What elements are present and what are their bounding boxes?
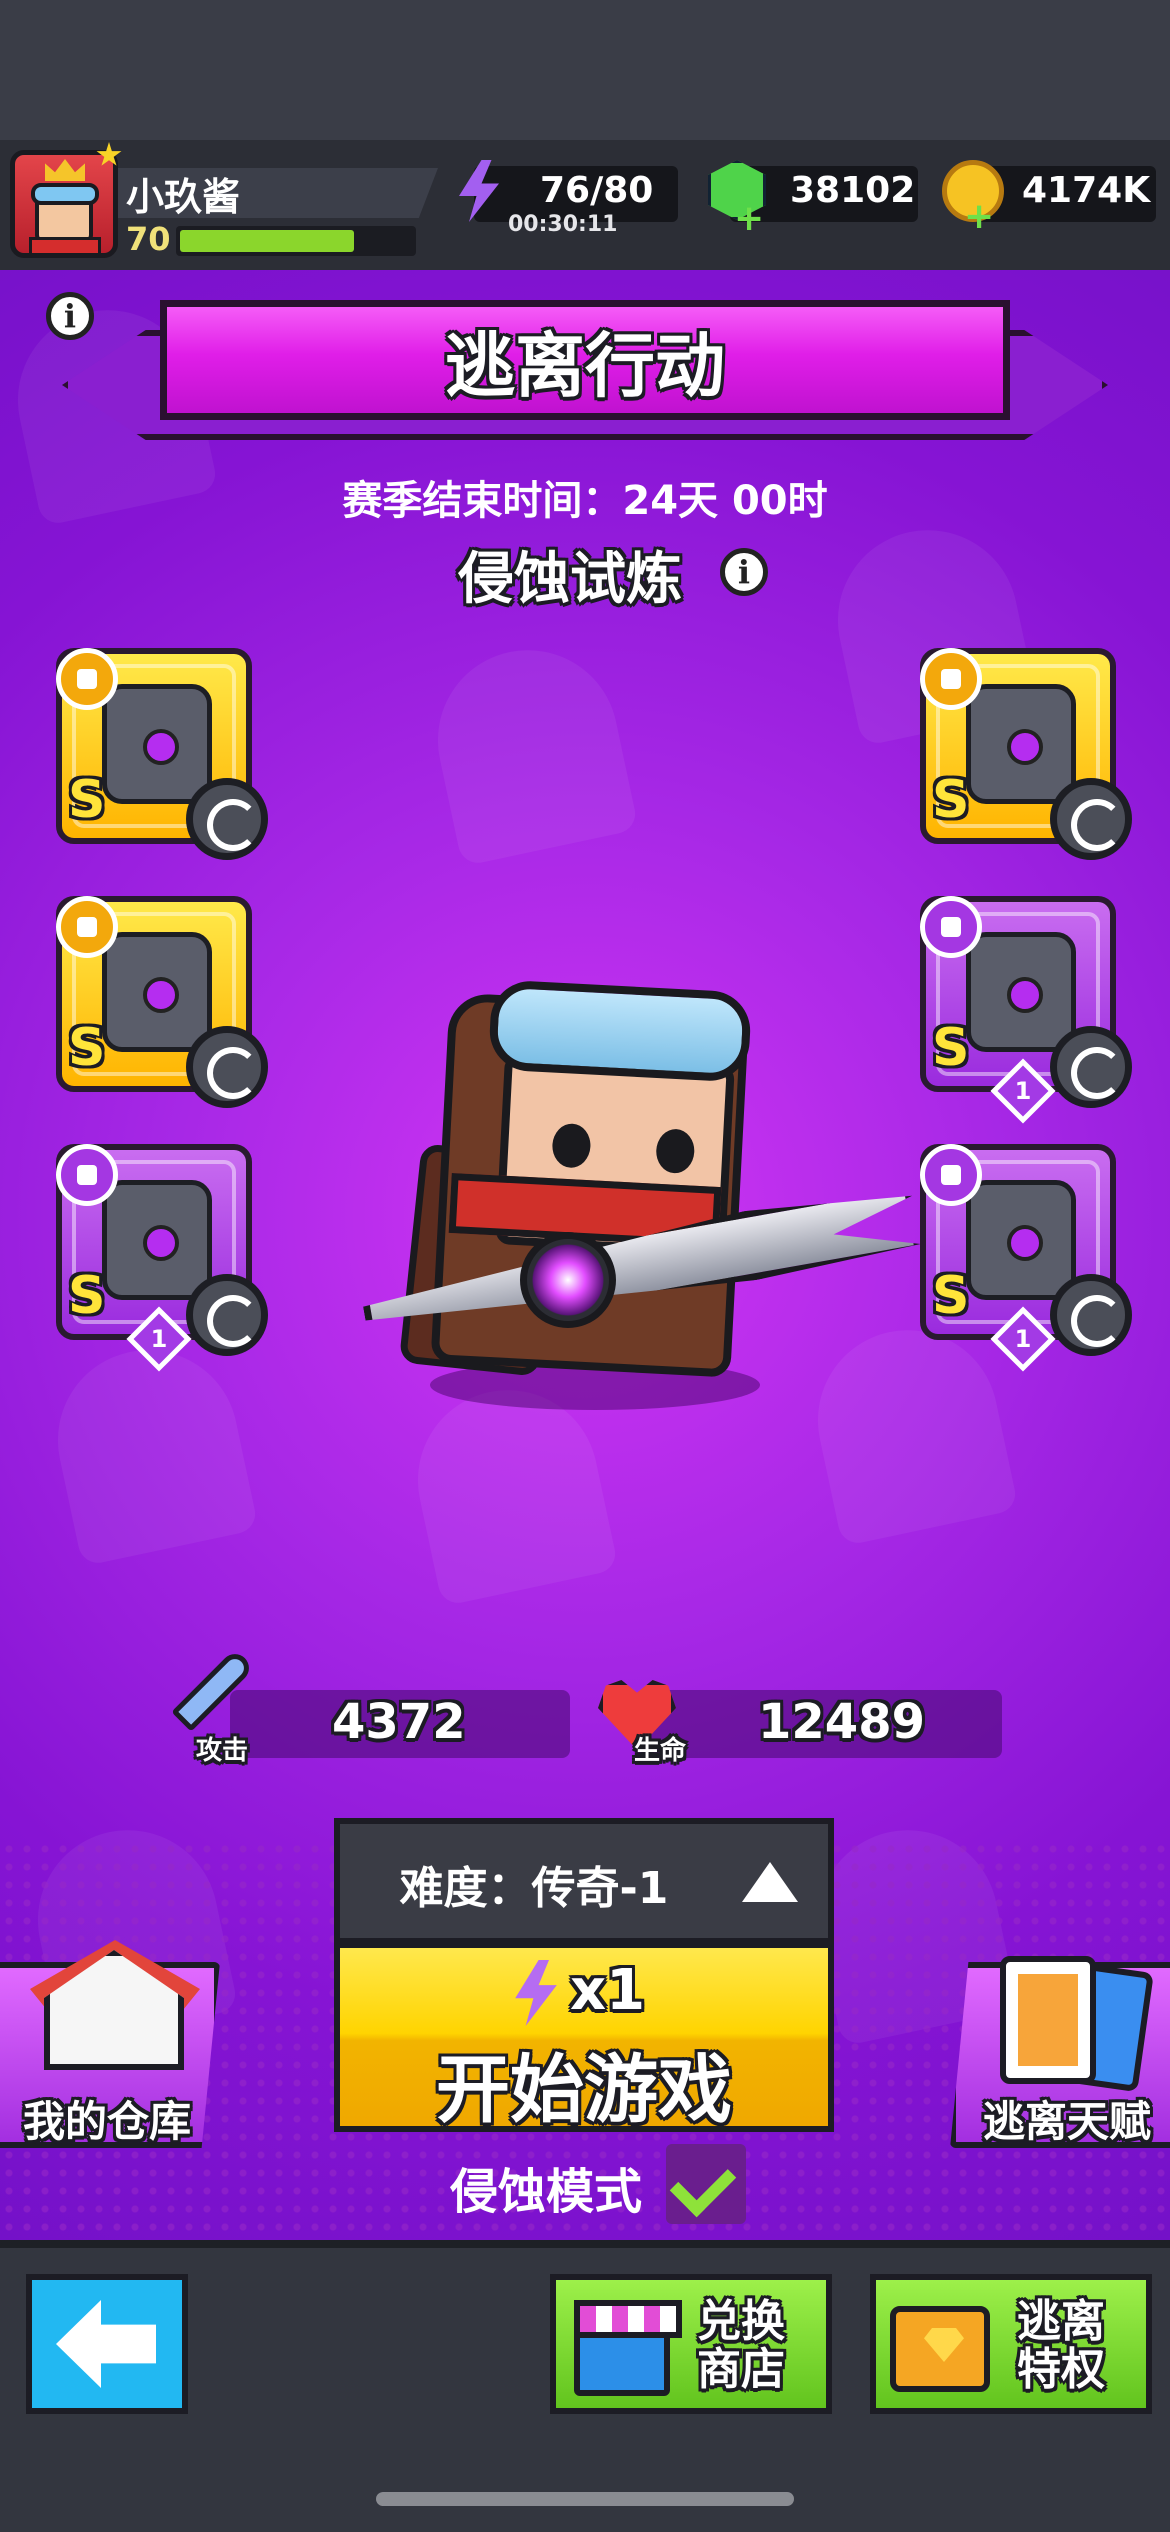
home-indicator[interactable] xyxy=(376,2492,794,2506)
boots-item-icon xyxy=(966,1180,1076,1300)
player-name: 小玖酱 xyxy=(126,175,241,219)
xp-bar-fill xyxy=(180,230,354,252)
erosion-mode-label: 侵蚀模式 xyxy=(450,2164,643,2220)
privilege-chest-icon xyxy=(890,2306,990,2392)
avatar-goggles xyxy=(31,183,99,205)
swap-icon[interactable] xyxy=(186,1274,268,1356)
equip-slot-weapon[interactable]: S xyxy=(56,648,268,860)
sword-slot-icon xyxy=(56,648,118,710)
xp-bar xyxy=(176,226,416,256)
belt-item-icon xyxy=(966,932,1076,1052)
necklace-item-icon xyxy=(102,932,212,1052)
shop-icon xyxy=(574,2300,682,2396)
trial-info-icon[interactable]: i xyxy=(720,548,768,596)
item-grade: S xyxy=(68,1018,106,1078)
item-level: 1 xyxy=(150,1325,168,1353)
info-icon[interactable]: i xyxy=(46,292,94,340)
player-avatar[interactable] xyxy=(10,150,118,258)
weapon-core-gem xyxy=(520,1232,616,1328)
equip-slot-armor[interactable]: S xyxy=(920,648,1132,860)
item-grade: S xyxy=(932,770,970,830)
equip-slot-boots[interactable]: S 1 xyxy=(920,1144,1132,1372)
belt-slot-icon xyxy=(920,896,982,958)
equip-slot-belt[interactable]: S 1 xyxy=(920,896,1132,1124)
gauntlet-item-icon xyxy=(102,1180,212,1300)
item-level: 1 xyxy=(1014,1325,1032,1353)
avatar-scarf xyxy=(29,237,101,253)
energy-value: 76/80 xyxy=(540,170,654,211)
gem-value: 38102 xyxy=(790,170,916,211)
trial-title: 侵蚀试炼 xyxy=(458,547,682,612)
start-game-label: 开始游戏 xyxy=(436,2047,732,2133)
talent-card-icon xyxy=(1000,1956,1096,2084)
warehouse-label: 我的仓库 xyxy=(22,2097,191,2146)
hp-value: 12489 xyxy=(758,1694,925,1750)
erosion-mode-checkbox[interactable] xyxy=(666,2144,746,2224)
character-eye xyxy=(551,1122,592,1169)
energy-timer: 00:30:11 xyxy=(508,212,618,237)
add-coins-icon[interactable]: + xyxy=(964,196,994,237)
swap-icon[interactable] xyxy=(1050,1026,1132,1108)
item-grade: S xyxy=(68,770,106,830)
item-grade: S xyxy=(68,1266,106,1326)
background-ghost-shape xyxy=(801,1313,1019,1547)
equip-slot-gloves[interactable]: S 1 xyxy=(56,1144,268,1372)
character-eye xyxy=(655,1128,696,1175)
armor-slot-icon xyxy=(920,648,982,710)
event-title: 逃离行动 xyxy=(445,325,725,407)
item-level: 1 xyxy=(1014,1077,1032,1105)
hp-label: 生命 xyxy=(634,1736,687,1766)
escape-privilege-label: 逃离特权 xyxy=(1017,2296,1105,2395)
glove-slot-icon xyxy=(56,1144,118,1206)
equip-slot-necklace[interactable]: S xyxy=(56,896,268,1108)
swap-icon[interactable] xyxy=(186,778,268,860)
item-grade: S xyxy=(932,1018,970,1078)
add-gems-icon[interactable]: + xyxy=(734,198,764,239)
start-energy-cost: x1 xyxy=(570,1958,646,2023)
necklace-slot-icon xyxy=(56,896,118,958)
background-ghost-shape xyxy=(421,633,639,867)
shuriken-weapon-icon xyxy=(102,684,212,804)
background-ghost-shape xyxy=(41,1333,259,1567)
attack-value: 4372 xyxy=(332,1694,466,1750)
talent-label: 逃离天赋 xyxy=(982,2097,1151,2146)
swap-icon[interactable] xyxy=(186,1026,268,1108)
crown-icon xyxy=(45,159,85,181)
armor-item-icon xyxy=(966,684,1076,804)
swap-icon[interactable] xyxy=(1050,778,1132,860)
swap-icon[interactable] xyxy=(1050,1274,1132,1356)
attack-label: 攻击 xyxy=(196,1736,249,1766)
coin-value: 4174K xyxy=(1022,170,1151,211)
boots-slot-icon xyxy=(920,1144,982,1206)
status-bar xyxy=(0,0,1170,140)
player-level: 70 xyxy=(126,220,171,258)
character-goggles xyxy=(487,979,753,1083)
exchange-shop-label: 兑换商店 xyxy=(697,2296,785,2395)
season-end-time: 赛季结束时间：24天 00时 xyxy=(342,478,828,524)
difficulty-label: 难度：传奇-1 xyxy=(399,1863,669,1914)
item-grade: S xyxy=(932,1266,970,1326)
